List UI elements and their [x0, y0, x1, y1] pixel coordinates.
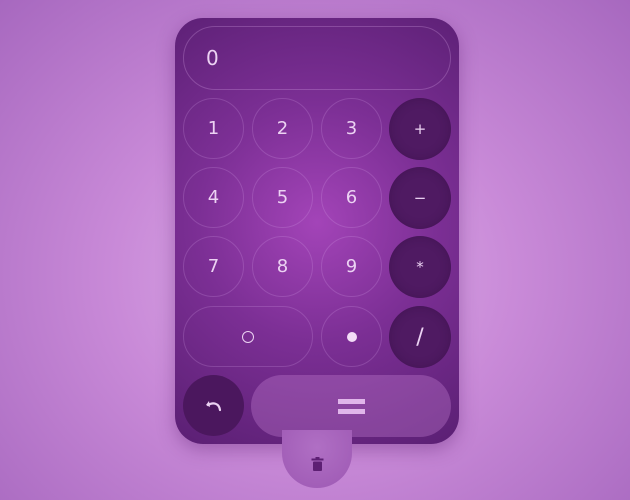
undo-icon	[205, 400, 221, 411]
clear-button[interactable]	[282, 430, 352, 488]
key-1[interactable]: 1	[183, 98, 244, 159]
equals-button[interactable]	[251, 375, 451, 437]
divide-button[interactable]: /	[389, 306, 451, 368]
decimal-button[interactable]	[321, 306, 382, 367]
key-7[interactable]: 7	[183, 236, 244, 297]
subtract-button[interactable]: −	[389, 167, 451, 229]
key-3[interactable]: 3	[321, 98, 382, 159]
zero-glyph	[242, 330, 254, 343]
decimal-dot-icon	[346, 331, 357, 342]
multiply-button[interactable]: *	[389, 236, 451, 298]
trash-icon	[311, 457, 323, 471]
undo-button[interactable]	[183, 375, 244, 436]
add-button[interactable]: +	[389, 98, 451, 160]
calculator-display: 0	[183, 26, 451, 90]
key-8[interactable]: 8	[252, 236, 313, 297]
key-6[interactable]: 6	[321, 167, 382, 228]
equals-icon	[337, 398, 365, 414]
key-2[interactable]: 2	[252, 98, 313, 159]
key-5[interactable]: 5	[252, 167, 313, 228]
key-0[interactable]	[183, 306, 313, 367]
key-4[interactable]: 4	[183, 167, 244, 228]
key-9[interactable]: 9	[321, 236, 382, 297]
